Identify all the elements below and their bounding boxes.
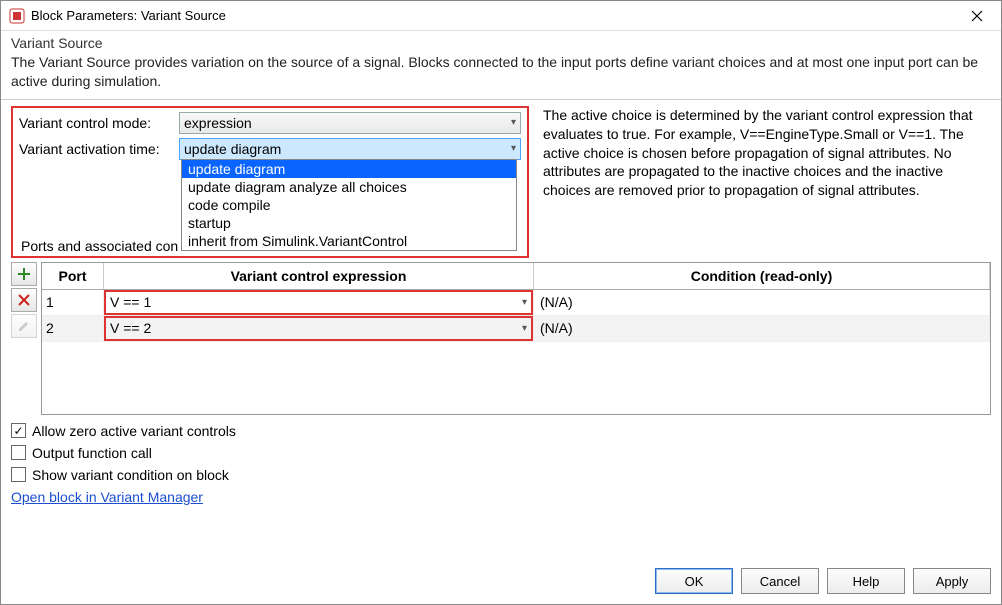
app-icon [9,8,25,24]
expression-cell[interactable]: V == 2 ▾ [104,316,534,341]
ports-table: Port Variant control expression Conditio… [41,262,991,415]
checkbox-icon [11,467,26,482]
dialog-window: Block Parameters: Variant Source Variant… [0,0,1002,605]
expression-dropdown[interactable]: V == 1 ▾ [104,290,533,315]
col-header-port: Port [42,263,104,289]
condition-cell: (N/A) [534,316,990,341]
variant-manager-link-row: Open block in Variant Manager [1,485,1001,509]
checkbox-label: Output function call [32,445,152,461]
dialog-footer: OK Cancel Help Apply [1,560,1001,604]
expression-cell[interactable]: V == 1 ▾ [104,290,534,315]
activation-time-options-list: update diagram update diagram analyze al… [181,159,517,251]
activation-option[interactable]: startup [182,214,516,232]
pencil-icon [17,319,31,333]
variant-controls-group: Variant control mode: expression ▾ Varia… [11,106,529,258]
col-header-expression: Variant control expression [104,263,534,289]
checkbox-icon: ✓ [11,423,26,438]
condition-cell: (N/A) [534,290,990,315]
activation-option[interactable]: code compile [182,196,516,214]
close-icon [971,10,983,22]
controls-area: Variant control mode: expression ▾ Varia… [1,106,1001,258]
allow-zero-checkbox-row[interactable]: ✓ Allow zero active variant controls [11,423,991,439]
checkbox-label: Show variant condition on block [32,467,229,483]
cancel-button[interactable]: Cancel [741,568,819,594]
checkbox-label: Allow zero active variant controls [32,423,236,439]
expression-dropdown[interactable]: V == 2 ▾ [104,316,533,341]
titlebar: Block Parameters: Variant Source [1,1,1001,31]
col-header-condition: Condition (read-only) [534,263,990,289]
activation-option[interactable]: update diagram analyze all choices [182,178,516,196]
help-button[interactable]: Help [827,568,905,594]
add-row-button[interactable] [11,262,37,286]
variant-activation-time-value: update diagram [184,141,281,157]
variant-activation-time-dropdown[interactable]: update diagram ▾ [179,138,521,160]
variant-control-mode-value: expression [184,115,252,131]
block-type-label: Variant Source [11,35,991,51]
subtitle-area: Variant Source [1,31,1001,53]
delete-row-button[interactable] [11,288,37,312]
variant-control-mode-label: Variant control mode: [19,115,179,131]
expression-value: V == 1 [110,294,151,310]
chevron-down-icon: ▾ [511,117,516,128]
table-row[interactable]: 1 V == 1 ▾ (N/A) [42,290,990,316]
table-header: Port Variant control expression Conditio… [42,263,990,290]
block-description: The Variant Source provides variation on… [1,53,1001,97]
port-cell: 1 [42,290,104,315]
ok-button[interactable]: OK [655,568,733,594]
open-variant-manager-link[interactable]: Open block in Variant Manager [11,489,203,505]
chevron-down-icon: ▾ [522,323,527,334]
show-variant-condition-checkbox-row[interactable]: Show variant condition on block [11,467,991,483]
checkbox-icon [11,445,26,460]
ports-table-area: Port Variant control expression Conditio… [1,258,1001,415]
row-action-buttons [11,262,41,415]
chevron-down-icon: ▾ [522,297,527,308]
edit-row-button [11,314,37,338]
window-title: Block Parameters: Variant Source [31,8,957,23]
chevron-down-icon: ▾ [511,143,516,154]
help-text: The active choice is determined by the v… [529,106,991,258]
table-body: 1 V == 1 ▾ (N/A) 2 V == 2 ▾ [42,290,990,414]
table-row[interactable]: 2 V == 2 ▾ (N/A) [42,316,990,342]
x-icon [17,293,31,307]
port-cell: 2 [42,316,104,341]
options-checkboxes: ✓ Allow zero active variant controls Out… [1,415,1001,485]
activation-option[interactable]: inherit from Simulink.VariantControl [182,232,516,250]
activation-option[interactable]: update diagram [182,160,516,178]
expression-value: V == 2 [110,320,151,336]
apply-button[interactable]: Apply [913,568,991,594]
ports-section-label: Ports and associated con [21,238,178,254]
variant-activation-time-label: Variant activation time: [19,141,179,157]
separator [1,99,1001,100]
close-button[interactable] [957,2,997,30]
variant-control-mode-dropdown[interactable]: expression ▾ [179,112,521,134]
plus-icon [17,267,31,281]
output-function-call-checkbox-row[interactable]: Output function call [11,445,991,461]
